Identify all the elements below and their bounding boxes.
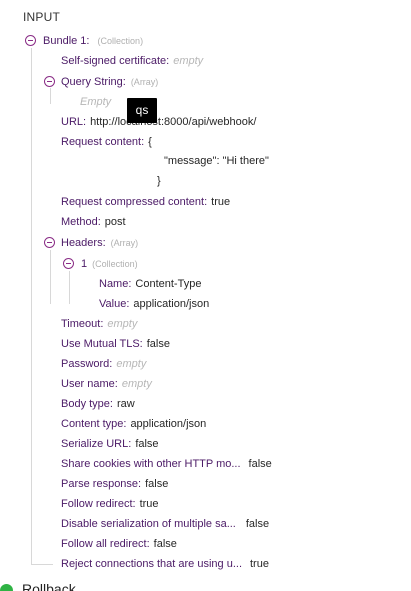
headers-collapse-toggle[interactable] (44, 237, 55, 248)
row-reject-connections: Reject connections that are using u... tr… (61, 555, 269, 573)
row-user-name: User name: empty (61, 375, 152, 393)
tree-line-bundle (31, 48, 32, 564)
empty-query-string: Empty (80, 96, 112, 108)
bundle-label: Bundle 1: (43, 35, 90, 47)
key-header-item: 1 (81, 258, 88, 270)
row-serialize-url: Serialize URL: false (61, 435, 159, 453)
key-request-compressed: Request compressed content: (61, 196, 208, 208)
type-header-item: (Collection) (92, 259, 138, 269)
key-parse-response: Parse response: (61, 478, 142, 490)
tree-line-header-item (69, 271, 70, 304)
row-password: Password: empty (61, 355, 146, 373)
rollback-label[interactable]: Rollback (22, 581, 76, 591)
value-header-value: application/json (133, 298, 210, 310)
value-method: post (104, 216, 126, 228)
bundle-collapse-toggle[interactable] (25, 35, 36, 46)
header-item-collapse-toggle[interactable] (63, 258, 74, 269)
bundle-type: (Collection) (97, 36, 144, 46)
key-header-name: Name: (99, 278, 132, 290)
key-mutual-tls: Use Mutual TLS: (61, 338, 143, 350)
empty-password: empty (116, 358, 147, 370)
row-content-type: Content type: application/json (61, 415, 206, 433)
value-follow-all-redirect: false (153, 538, 177, 550)
value-url: http://localhost:8000/api/webhook/ (90, 116, 257, 128)
section-title: INPUT (23, 10, 60, 24)
key-url: URL: (61, 116, 87, 128)
query-string-collapse-toggle[interactable] (44, 76, 55, 87)
key-reject-connections: Reject connections that are using u... (61, 558, 242, 570)
row-request-compressed: Request compressed content: true (61, 193, 230, 211)
value-reject-connections: true (250, 558, 269, 570)
row-follow-redirect: Follow redirect: true (61, 495, 159, 513)
value-parse-response: false (145, 478, 169, 490)
check-icon (0, 584, 13, 591)
row-header-name: Name: Content-Type (99, 275, 201, 293)
tree-line-query (50, 88, 51, 104)
row-headers[interactable]: Headers: (Array) (61, 234, 138, 252)
value-request-content-body: "message": "Hi there" (164, 155, 269, 167)
row-mutual-tls: Use Mutual TLS: false (61, 335, 170, 353)
value-request-content-close: } (157, 175, 161, 187)
key-headers: Headers: (61, 237, 106, 249)
key-body-type: Body type: (61, 398, 113, 410)
row-request-content: Request content:{ (61, 133, 152, 151)
tree-line-end (31, 564, 53, 565)
empty-timeout: empty (107, 318, 138, 330)
value-disable-serialization: false (245, 518, 270, 530)
key-self-signed: Self-signed certificate: (61, 55, 170, 67)
row-query-string[interactable]: Query String: (Array) (61, 73, 158, 91)
key-user-name: User name: (61, 378, 118, 390)
value-request-content-open: { (148, 136, 152, 148)
row-header-item[interactable]: 1 (Collection) (81, 255, 138, 273)
key-request-content: Request content: (61, 136, 145, 148)
value-follow-redirect: true (139, 498, 159, 510)
value-request-compressed: true (211, 196, 231, 208)
key-share-cookies: Share cookies with other HTTP mo... (61, 458, 241, 470)
row-url: URL: http://localhost:8000/api/webhook/ (61, 113, 256, 131)
key-follow-redirect: Follow redirect: (61, 498, 136, 510)
row-timeout: Timeout: empty (61, 315, 137, 333)
row-disable-serialization: Disable serialization of multiple sa... f… (61, 515, 269, 533)
key-password: Password: (61, 358, 113, 370)
value-content-type: application/json (130, 418, 207, 430)
value-body-type: raw (116, 398, 135, 410)
type-headers: (Array) (110, 238, 139, 248)
key-method: Method: (61, 216, 101, 228)
tooltip: qs (127, 98, 157, 123)
key-query-string: Query String: (61, 76, 126, 88)
key-content-type: Content type: (61, 418, 127, 430)
key-disable-serialization: Disable serialization of multiple sa... (61, 518, 236, 530)
row-method: Method: post (61, 213, 126, 231)
value-share-cookies: false (248, 458, 272, 470)
empty-user-name: empty (121, 378, 152, 390)
value-serialize-url: false (135, 438, 159, 450)
bundle-row[interactable]: Bundle 1: (Collection) (43, 32, 143, 50)
value-mutual-tls: false (146, 338, 170, 350)
type-query-string: (Array) (130, 77, 159, 87)
value-header-name: Content-Type (135, 278, 202, 290)
row-parse-response: Parse response: false (61, 475, 168, 493)
row-self-signed: Self-signed certificate: empty (61, 52, 203, 70)
key-follow-all-redirect: Follow all redirect: (61, 538, 150, 550)
row-follow-all-redirect: Follow all redirect: false (61, 535, 177, 553)
key-serialize-url: Serialize URL: (61, 438, 132, 450)
key-timeout: Timeout: (61, 318, 104, 330)
tree-line-headers (50, 250, 51, 304)
row-header-value: Value: application/json (99, 295, 209, 313)
row-share-cookies: Share cookies with other HTTP mo... false (61, 455, 272, 473)
empty-self-signed: empty (173, 55, 204, 67)
row-body-type: Body type: raw (61, 395, 135, 413)
row-query-empty: Empty (80, 93, 111, 111)
key-header-value: Value: (99, 298, 130, 310)
